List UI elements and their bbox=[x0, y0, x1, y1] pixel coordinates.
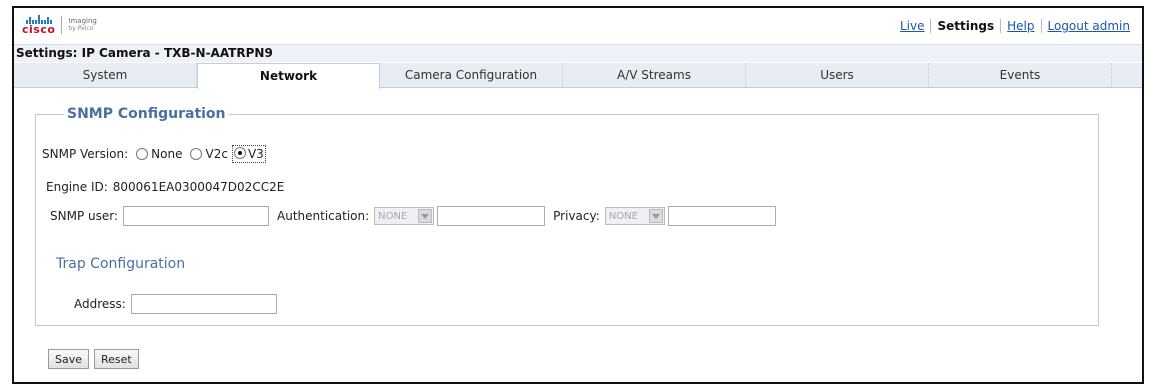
tab-users[interactable]: Users bbox=[746, 63, 929, 87]
header: cisco Imaging by Pelco Live Settings Hel… bbox=[14, 8, 1142, 46]
top-nav: Live Settings Help Logout admin bbox=[894, 19, 1136, 33]
live-link[interactable]: Live bbox=[894, 19, 931, 33]
snmp-user-label: SNMP user: bbox=[50, 209, 119, 223]
settings-link[interactable]: Settings bbox=[931, 19, 1000, 33]
privacy-select[interactable]: NONE bbox=[604, 207, 665, 225]
trap-address-row: Address: bbox=[74, 294, 277, 314]
trap-address-input[interactable] bbox=[130, 294, 277, 314]
chevron-down-icon bbox=[648, 209, 663, 223]
version-v2c-radio[interactable] bbox=[190, 148, 203, 160]
tab-system[interactable]: System bbox=[14, 63, 197, 87]
snmp-version-row: SNMP Version: None V2c V3 bbox=[42, 145, 266, 163]
snmp-legend: SNMP Configuration bbox=[64, 106, 229, 122]
snmp-user-input[interactable] bbox=[123, 206, 270, 226]
authentication-password-input[interactable] bbox=[437, 206, 546, 226]
snmp-version-label: SNMP Version: bbox=[42, 147, 129, 161]
imaging-wordmark: Imaging by Pelco bbox=[68, 17, 97, 33]
form-buttons: Save Reset bbox=[48, 349, 139, 369]
tab-bar: System Network Camera Configuration A/V … bbox=[14, 63, 1142, 89]
reset-button[interactable]: Reset bbox=[94, 349, 139, 369]
engine-id-value: 800061EA0300047D02CC2E bbox=[112, 180, 285, 194]
version-v3-radio[interactable] bbox=[233, 147, 246, 159]
authentication-select[interactable]: NONE bbox=[374, 207, 435, 225]
version-none-radio[interactable] bbox=[136, 148, 149, 160]
version-v2c-label: V2c bbox=[205, 147, 228, 161]
chevron-down-icon bbox=[418, 209, 433, 223]
engine-id-label: Engine ID: bbox=[46, 180, 108, 194]
privacy-password-input[interactable] bbox=[667, 206, 776, 226]
version-none-label: None bbox=[151, 147, 183, 161]
save-button[interactable]: Save bbox=[48, 349, 90, 369]
logout-link[interactable]: Logout admin bbox=[1042, 19, 1137, 33]
tab-camera-configuration[interactable]: Camera Configuration bbox=[380, 63, 563, 87]
trap-configuration-heading: Trap Configuration bbox=[56, 256, 186, 272]
version-v3-focus: V3 bbox=[231, 145, 266, 163]
tab-network[interactable]: Network bbox=[197, 63, 380, 89]
engine-id-row: Engine ID: 800061EA0300047D02CC2E bbox=[46, 180, 284, 194]
page-title: Settings: IP Camera - TXB-N-AATRPN9 bbox=[14, 44, 1142, 62]
tab-events[interactable]: Events bbox=[929, 63, 1112, 87]
logo-divider bbox=[61, 16, 63, 34]
privacy-label: Privacy: bbox=[553, 209, 600, 223]
authentication-label: Authentication: bbox=[277, 209, 370, 223]
tab-av-streams[interactable]: A/V Streams bbox=[563, 63, 746, 87]
cisco-logo-mark: cisco bbox=[22, 15, 55, 35]
snmp-user-row: SNMP user: Authentication: NONE Privacy:… bbox=[50, 206, 776, 226]
cisco-wordmark: cisco bbox=[22, 23, 56, 36]
trap-address-label: Address: bbox=[74, 297, 126, 311]
version-v3-label: V3 bbox=[247, 147, 264, 161]
help-link[interactable]: Help bbox=[1001, 19, 1040, 33]
cisco-logo: cisco Imaging by Pelco bbox=[22, 14, 97, 36]
